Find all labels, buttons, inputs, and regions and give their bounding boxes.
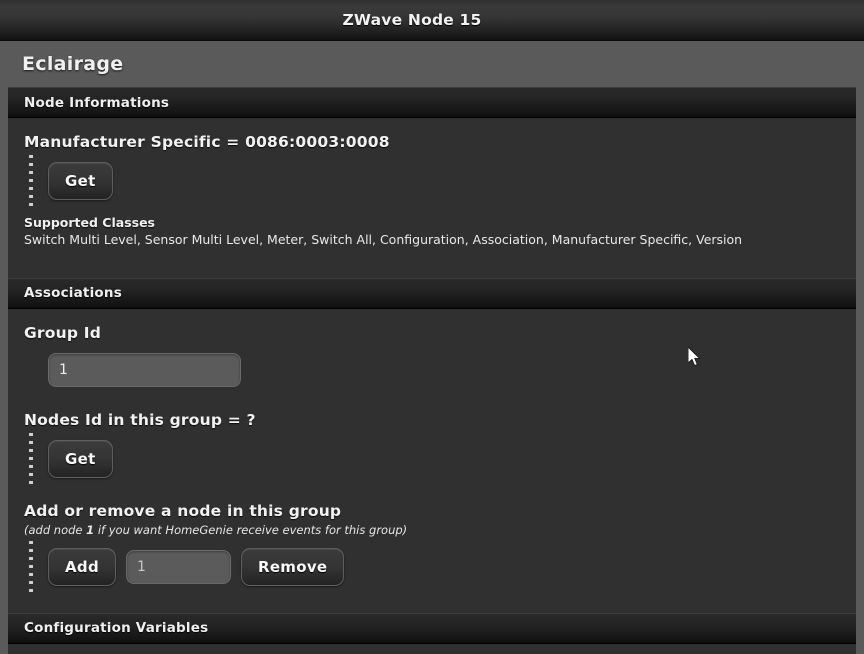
hint-node-number: 1 — [86, 522, 95, 537]
hint-post: if you want HomeGenie receive events for… — [94, 522, 408, 537]
window-titlebar: ZWave Node 15 — [0, 0, 864, 41]
supported-classes-label: Supported Classes — [24, 215, 155, 230]
drag-handle-icon[interactable] — [29, 430, 33, 487]
add-node-button[interactable]: Add — [48, 547, 116, 586]
nodes-get-row: Get — [24, 430, 840, 487]
section-header-configuration-variables: Configuration Variables — [8, 612, 856, 644]
drag-handle-icon[interactable] — [29, 538, 33, 595]
drag-handle-icon[interactable] — [29, 153, 33, 209]
page-title-band: Eclairage — [0, 41, 864, 87]
window-title: ZWave Node 15 — [342, 11, 482, 29]
associations-body: Group Id Nodes Id in this group = ? Get … — [8, 309, 856, 595]
section-header-associations-label: Associations — [24, 285, 122, 302]
manufacturer-get-row: Get — [24, 153, 840, 209]
node-informations-body: Manufacturer Specific = 0086:0003:0008 G… — [8, 118, 856, 260]
section-header-configuration-variables-label: Configuration Variables — [24, 620, 209, 637]
zwave-node-window: ZWave Node 15 Eclairage Node Information… — [0, 0, 864, 654]
manufacturer-get-button[interactable]: Get — [48, 162, 113, 200]
group-id-input[interactable] — [48, 352, 241, 387]
section-header-associations: Associations — [8, 277, 856, 309]
remove-node-button[interactable]: Remove — [240, 547, 345, 586]
nodes-get-button[interactable]: Get — [48, 439, 113, 478]
nodes-in-group-label: Nodes Id in this group = ? — [24, 410, 256, 429]
node-id-input[interactable] — [125, 549, 231, 584]
group-id-label: Group Id — [24, 323, 102, 342]
add-remove-node-hint: (add node 1 if you want HomeGenie receiv… — [24, 522, 840, 539]
add-remove-node-row: Add Remove — [24, 538, 840, 595]
supported-classes-value: Switch Multi Level, Sensor Multi Level, … — [24, 232, 743, 247]
page-title: Eclairage — [22, 53, 124, 75]
section-header-node-informations-label: Node Informations — [24, 94, 170, 111]
content-panel: Node Informations Manufacturer Specific … — [8, 87, 856, 654]
hint-pre: (add node — [24, 522, 87, 537]
section-header-node-informations: Node Informations — [8, 87, 856, 118]
group-id-row — [24, 344, 840, 396]
manufacturer-specific-label: Manufacturer Specific = 0086:0003:0008 — [24, 133, 390, 151]
add-remove-node-label: Add or remove a node in this group — [24, 501, 342, 520]
